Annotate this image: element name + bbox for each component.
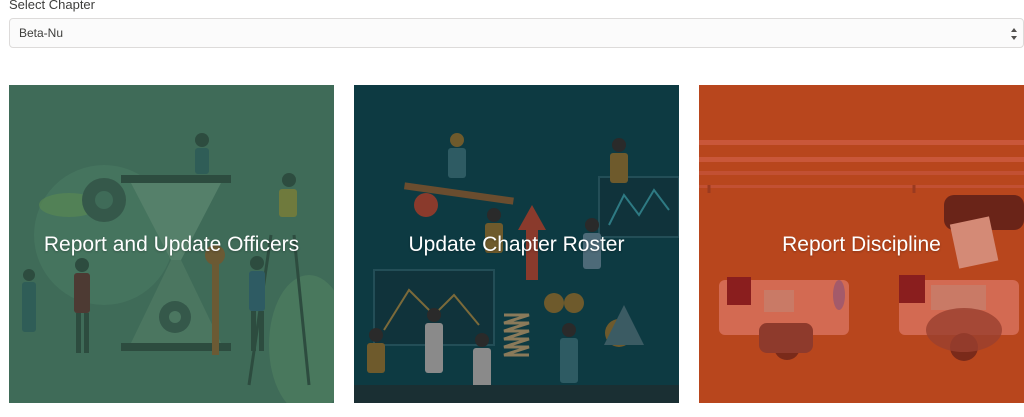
report-discipline-tile[interactable]: Report Discipline bbox=[699, 85, 1024, 403]
report-update-officers-tile[interactable]: Report and Update Officers bbox=[9, 85, 334, 403]
chapter-select[interactable]: Beta-Nu bbox=[9, 18, 1024, 48]
chapter-select-label: Select Chapter bbox=[9, 0, 95, 12]
select-arrows-icon bbox=[1011, 28, 1017, 40]
tile-title-officers: Report and Update Officers bbox=[43, 233, 300, 256]
update-chapter-roster-tile[interactable]: Update Chapter Roster bbox=[354, 85, 679, 403]
tile-title-discipline: Report Discipline bbox=[782, 233, 941, 256]
chapter-select-value: Beta-Nu bbox=[19, 26, 64, 40]
tile-title-roster: Update Chapter Roster bbox=[408, 233, 625, 256]
